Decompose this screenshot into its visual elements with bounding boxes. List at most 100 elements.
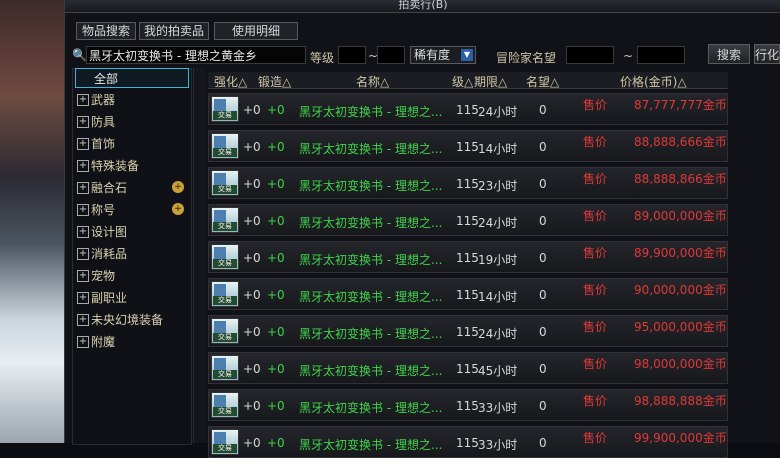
cell-price: 88,888,666金币 [634,135,727,149]
item-icon[interactable]: 交易 [211,133,239,159]
sidebar-item-all[interactable]: 全部 [75,68,189,88]
table-row[interactable]: 交易 +0 +0 黑牙太初变换书 - 理想之... 115 14小时 0 售价 88,888,6… [208,130,728,162]
sidebar-item-weapon[interactable]: + 武器 [74,90,188,110]
sidebar-item-blueprint[interactable]: + 设计图 [74,222,188,242]
tab-my-auctions[interactable]: 我的拍卖品 [139,22,209,40]
plus-icon: + [77,248,89,260]
sidebar-item-label: 武器 [91,93,116,107]
item-icon[interactable]: 交易 [211,170,239,196]
cell-price: 89,900,000金币 [634,246,727,260]
sidebar-item-pet[interactable]: + 宠物 [74,266,188,286]
rarity-select-label: 稀有度 [414,48,451,62]
sidebar-item-consumable[interactable]: + 消耗品 [74,244,188,264]
search-icon: 🔍 [72,48,87,62]
table-row[interactable]: 交易 +0 +0 黑牙太初变换书 - 理想之... 115 33小时 0 售价 98,888,8… [208,389,728,421]
sidebar-item-accessory[interactable]: + 首饰 [74,134,188,154]
sidebar-item-special-equip[interactable]: + 特殊装备 [74,156,188,176]
sidebar-item-enchant[interactable]: + 附魔 [74,332,188,352]
zoom-in-icon[interactable]: + [172,181,184,193]
cell-name: 黑牙太初变换书 - 理想之... [299,179,443,193]
cell-level: 115 [456,362,479,376]
sidebar-item-label: 特殊装备 [91,159,140,173]
sidebar-item-label: 全部 [94,72,119,86]
table-row[interactable]: 交易 +0 +0 黑牙太初变换书 - 理想之... 115 23小时 0 售价 88,888,8… [208,167,728,199]
tab-item-search[interactable]: 物品搜索 [76,22,136,40]
cell-price: 87,777,777金币 [634,98,727,112]
plus-icon: + [77,160,89,172]
cell-forge: +0 [267,103,285,117]
cell-price-label: 售价 [583,357,608,371]
table-row[interactable]: 交易 +0 +0 黑牙太初变换书 - 理想之... 115 33小时 0 售价 99,900,0… [208,426,728,458]
plus-icon: + [77,182,89,194]
table-row[interactable]: 交易 +0 +0 黑牙太初变换书 - 理想之... 115 45小时 0 售价 98,000,0… [208,352,728,384]
header-forge[interactable]: 锻造△ [258,73,291,90]
cell-enhance: +0 [243,140,261,154]
item-icon[interactable]: 交易 [211,281,239,307]
cell-level: 115 [456,436,479,450]
header-name[interactable]: 名称△ [356,73,389,90]
sidebar-scrollbar[interactable] [193,68,206,443]
fame-max-input[interactable] [637,46,685,64]
cell-level: 115 [456,325,479,339]
cell-forge: +0 [267,140,285,154]
cell-period: 33小时 [478,438,518,452]
table-row[interactable]: 交易 +0 +0 黑牙太初变换书 - 理想之... 115 24小时 0 售价 89,000,0… [208,204,728,236]
header-level[interactable]: 级△ [452,73,473,90]
item-icon[interactable]: 交易 [211,429,239,455]
cell-fame: 0 [539,436,547,450]
cell-price: 98,888,888金币 [634,394,727,408]
cell-name: 黑牙太初变换书 - 理想之... [299,290,443,304]
header-enhance[interactable]: 强化△ [214,73,247,90]
item-icon[interactable]: 交易 [211,318,239,344]
cell-forge: +0 [267,251,285,265]
fame-min-input[interactable] [566,46,614,64]
sidebar-item-weiyang-equip[interactable]: + 未央幻境装备 [74,310,188,330]
tab-usage-details[interactable]: 使用明细 [214,22,298,40]
table-row[interactable]: 交易 +0 +0 黑牙太初变换书 - 理想之... 115 24小时 0 售价 87,777,7… [208,93,728,125]
cell-fame: 0 [539,251,547,265]
search-button[interactable]: 搜索 [708,44,750,64]
item-icon[interactable]: 交易 [211,207,239,233]
cell-forge: +0 [267,362,285,376]
cell-enhance: +0 [243,362,261,376]
sidebar-item-title[interactable]: + 称号 + [74,200,188,220]
table-row[interactable]: 交易 +0 +0 黑牙太初变换书 - 理想之... 115 19小时 0 售价 89,900,0… [208,241,728,273]
search-input[interactable]: 黑牙太初变换书 - 理想之黄金乡 [86,46,306,64]
cell-price-label: 售价 [583,394,608,408]
cell-enhance: +0 [243,325,261,339]
cell-level: 115 [456,103,479,117]
zoom-in-icon[interactable]: + [172,203,184,215]
plus-icon: + [77,226,89,238]
plus-icon: + [77,138,89,150]
level-min-input[interactable] [338,46,366,64]
cell-price-label: 售价 [583,135,608,149]
sidebar-item-fusion-stone[interactable]: + 融合石 + [74,178,188,198]
item-icon[interactable]: 交易 [211,392,239,418]
rarity-select[interactable]: 稀有度 ▼ [410,46,476,64]
cell-name: 黑牙太初变换书 - 理想之... [299,105,443,119]
cell-forge: +0 [267,399,285,413]
cell-forge: +0 [267,436,285,450]
sidebar-item-sub-job[interactable]: + 副职业 [74,288,188,308]
cell-fame: 0 [539,362,547,376]
item-icon[interactable]: 交易 [211,355,239,381]
header-price[interactable]: 价格(金币)△ [620,73,687,90]
cell-period: 14小时 [478,142,518,156]
header-fame[interactable]: 名望△ [526,73,559,90]
header-period[interactable]: 期限△ [474,73,507,90]
table-row[interactable]: 交易 +0 +0 黑牙太初变换书 - 理想之... 115 14小时 0 售价 90,000,0… [208,278,728,310]
item-icon[interactable]: 交易 [211,96,239,122]
trade-badge: 交易 [213,111,237,120]
cell-price: 95,000,000金币 [634,320,727,334]
level-max-input[interactable] [377,46,405,64]
item-icon[interactable]: 交易 [211,244,239,270]
cell-name: 黑牙太初变换书 - 理想之... [299,216,443,230]
sidebar-item-armor[interactable]: + 防具 [74,112,188,132]
plus-icon: + [77,94,89,106]
table-row[interactable]: 交易 +0 +0 黑牙太初变换书 - 理想之... 115 24小时 0 售价 95,000,0… [208,315,728,347]
sidebar-item-label: 附魔 [91,335,116,349]
extra-button[interactable]: 行化 [754,44,780,64]
trade-badge: 交易 [213,444,237,453]
cell-name: 黑牙太初变换书 - 理想之... [299,401,443,415]
sidebar-item-label: 副职业 [91,291,128,305]
